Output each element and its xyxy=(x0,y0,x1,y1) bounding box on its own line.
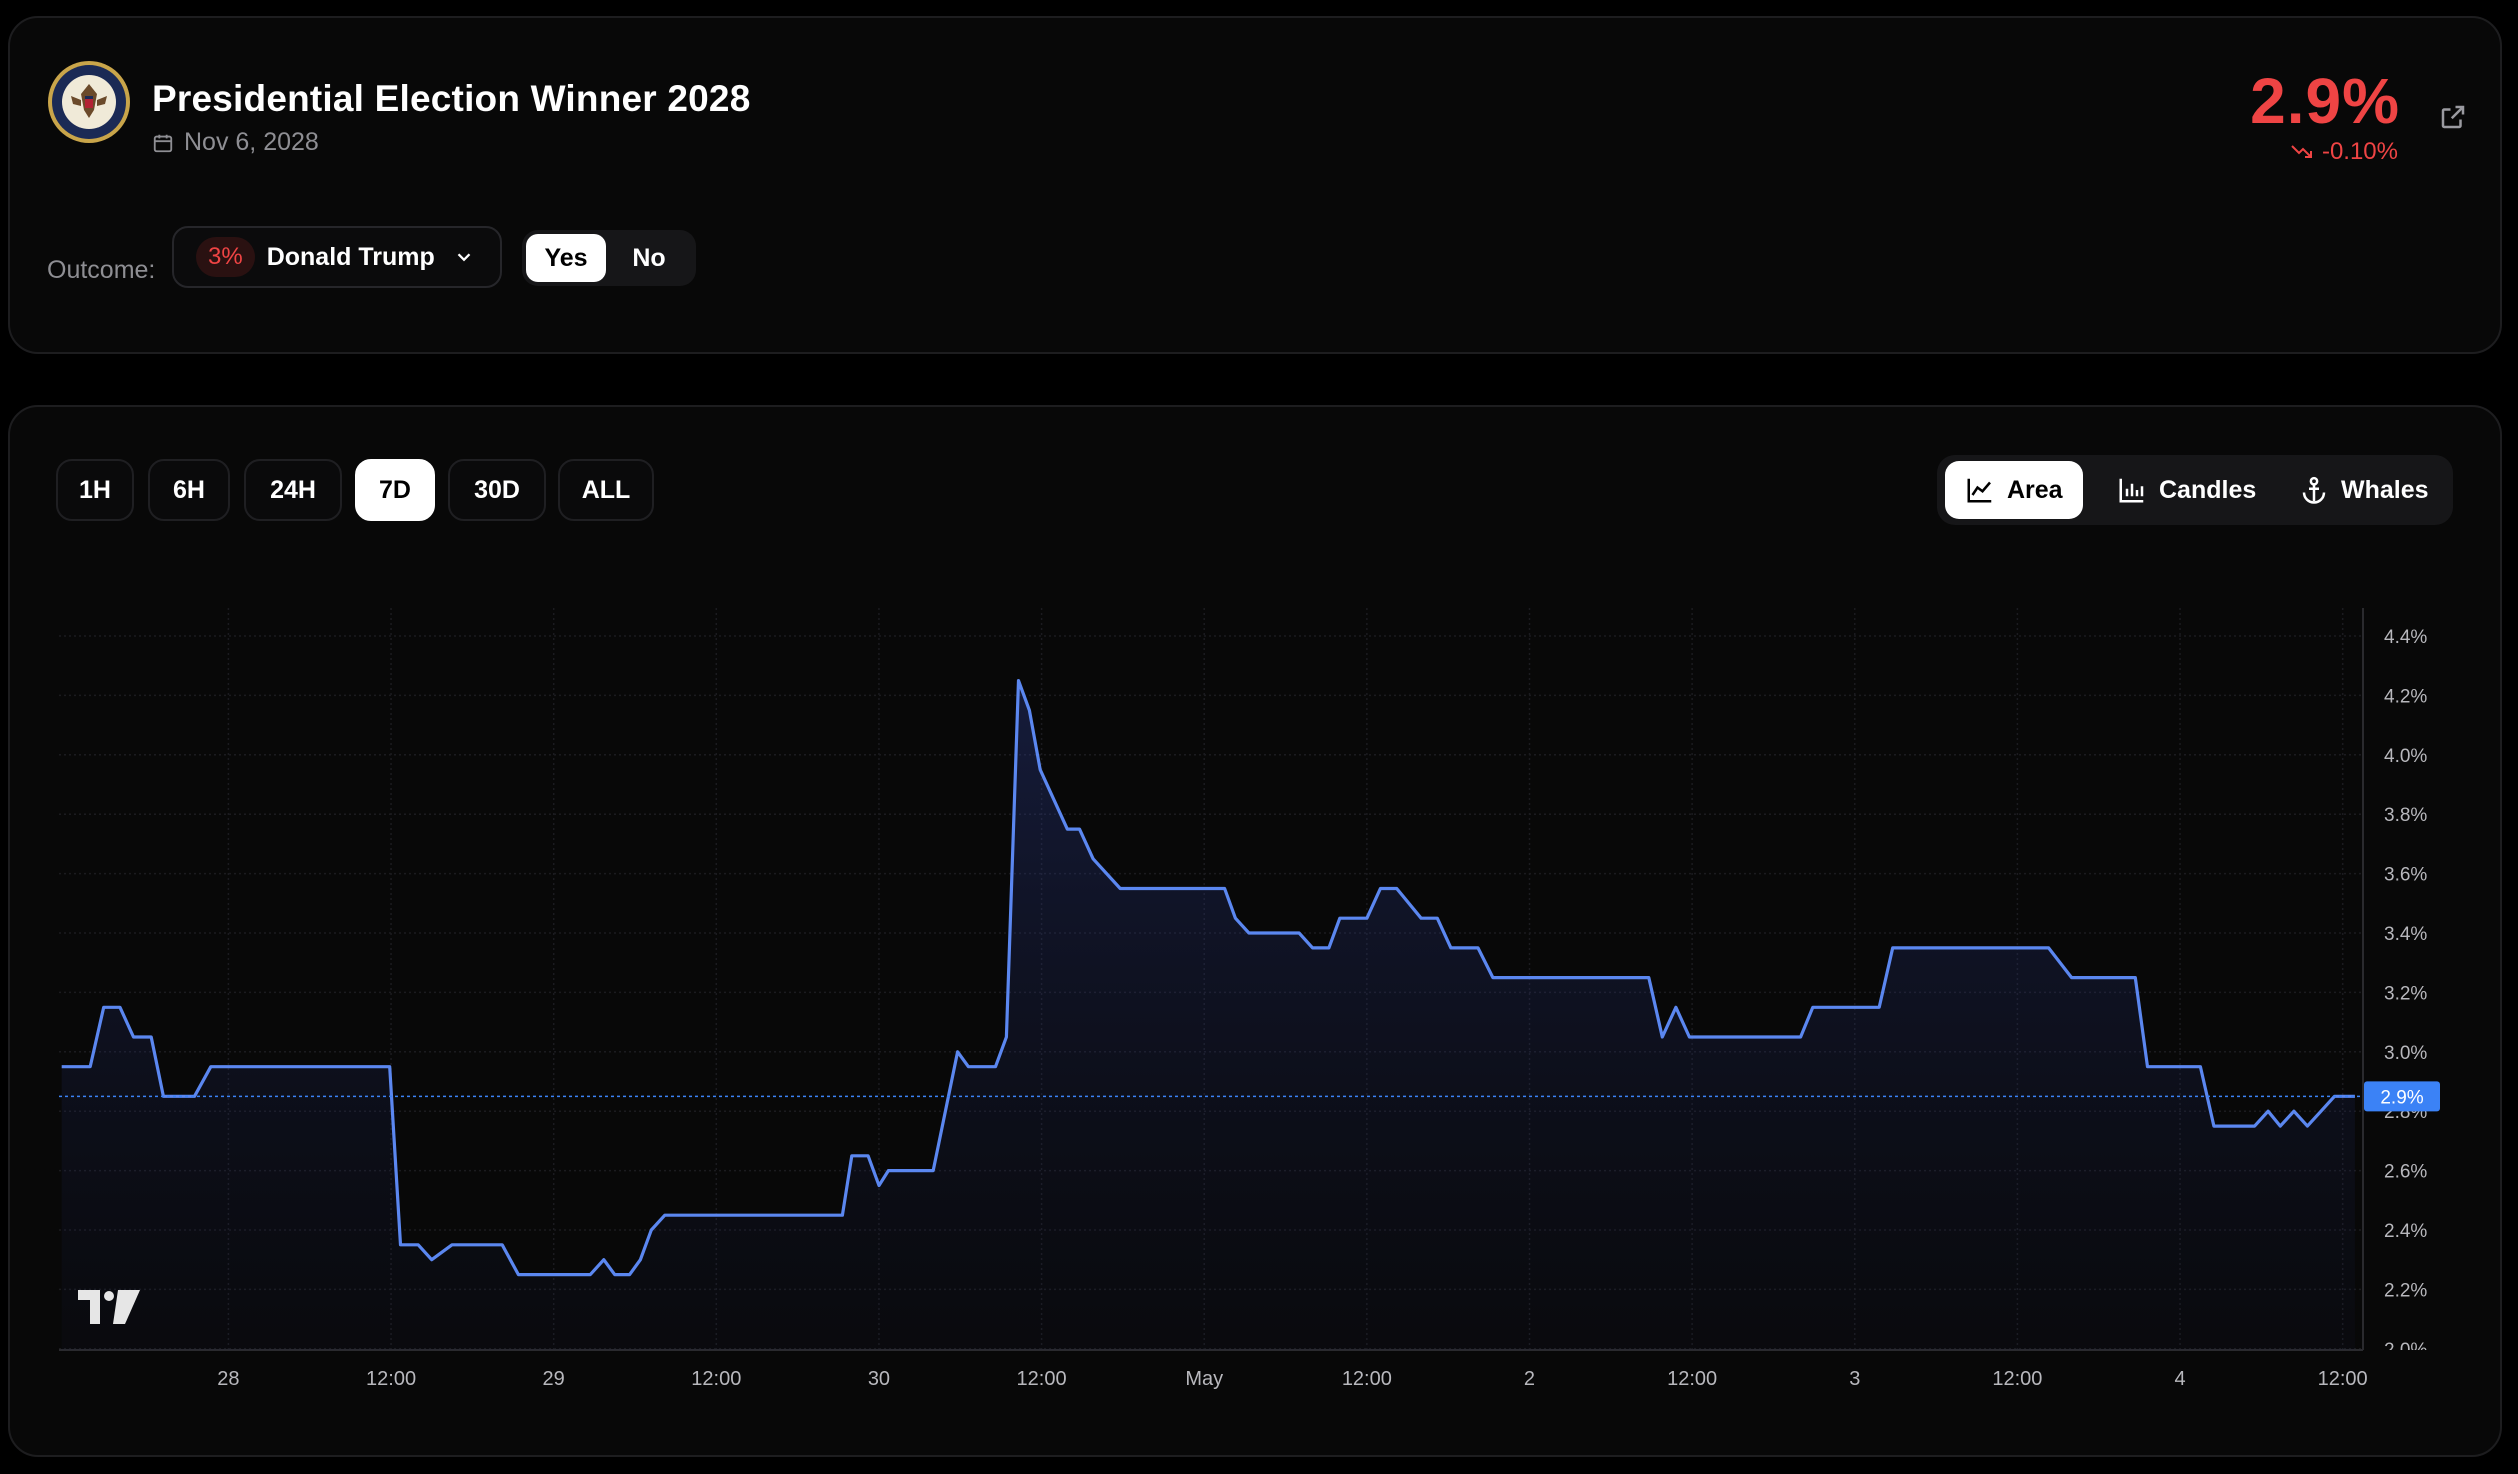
tradingview-logo xyxy=(78,1290,140,1324)
x-tick-label: 12:00 xyxy=(1667,1368,1717,1390)
y-tick-label: 2.2% xyxy=(2384,1280,2427,1301)
y-tick-label: 3.2% xyxy=(2384,983,2427,1004)
x-tick-label: 4 xyxy=(2174,1368,2185,1390)
x-tick-label: 12:00 xyxy=(691,1368,741,1390)
y-tick-label: 3.8% xyxy=(2384,805,2427,826)
x-tick-label: 29 xyxy=(543,1368,565,1390)
x-tick-label: 2 xyxy=(1524,1368,1535,1390)
x-tick-label: 12:00 xyxy=(1992,1368,2042,1390)
series-area-fill xyxy=(61,680,2355,1350)
y-tick-label: 2.6% xyxy=(2384,1162,2427,1183)
x-tick-label: 12:00 xyxy=(1342,1368,1392,1390)
x-tick-label: 28 xyxy=(217,1368,239,1390)
y-tick-label: 2.0% xyxy=(2384,1340,2427,1361)
x-tick-label: 12:00 xyxy=(2318,1368,2368,1390)
y-tick-label: 4.4% xyxy=(2384,627,2427,648)
x-tick-label: 12:00 xyxy=(366,1368,416,1390)
y-tick-label: 3.6% xyxy=(2384,865,2427,886)
x-tick-label: 12:00 xyxy=(1017,1368,1067,1390)
x-tick-label: 30 xyxy=(868,1368,890,1390)
x-tick-label: May xyxy=(1185,1368,1223,1390)
y-tick-label: 3.0% xyxy=(2384,1043,2427,1064)
y-tick-label: 2.4% xyxy=(2384,1221,2427,1242)
y-tick-label: 4.0% xyxy=(2384,746,2427,767)
y-tick-label: 4.2% xyxy=(2384,686,2427,707)
y-tick-label: 3.4% xyxy=(2384,924,2427,945)
x-tick-label: 3 xyxy=(1849,1368,1860,1390)
current-price-tag-label: 2.9% xyxy=(2380,1087,2423,1108)
price-chart[interactable]: 28 12:00 29 12:00 30 12:00 May 12:00 2 12:00 3 12:0… xyxy=(0,0,2518,1474)
